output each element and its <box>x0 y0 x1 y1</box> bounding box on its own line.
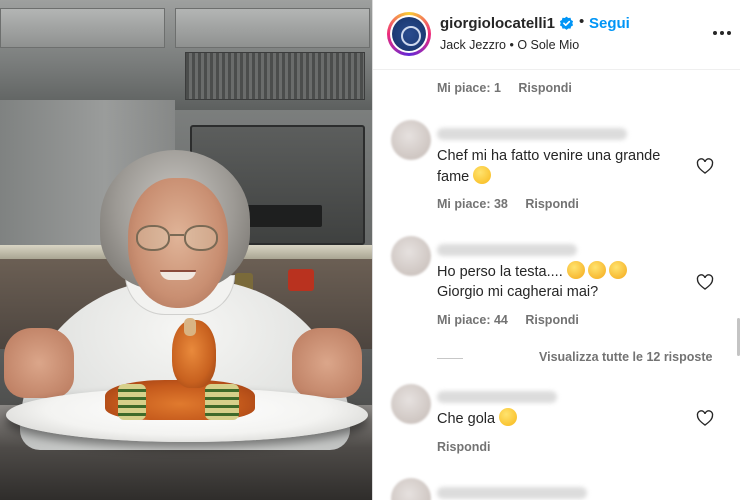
post-header: giorgiolocatelli1 • Segui Jack Jezzro • … <box>373 0 740 70</box>
commenter-username-blurred[interactable] <box>437 391 557 403</box>
verified-badge-icon <box>559 16 574 30</box>
glasses-left <box>136 225 170 251</box>
commenter-avatar[interactable] <box>391 384 431 424</box>
comment-meta: Mi piace: 1 Rispondi <box>437 81 586 95</box>
commenter-avatar[interactable] <box>391 120 431 160</box>
comment-meta: Mi piace: 38 Rispondi <box>437 197 593 211</box>
star-struck-emoji-icon <box>587 261 606 279</box>
star-struck-emoji-icon <box>566 261 585 279</box>
audio-track-link[interactable]: Jack Jezzro • O Sole Mio <box>440 38 579 52</box>
commenter-username-blurred[interactable] <box>437 244 577 256</box>
profile-avatar[interactable] <box>387 12 431 56</box>
post-photo[interactable] <box>0 0 372 500</box>
comment-likes[interactable]: Mi piace: 1 <box>437 81 501 95</box>
reply-button[interactable]: Rispondi <box>525 197 578 211</box>
zucchini-roll <box>118 384 146 420</box>
comments-panel: giorgiolocatelli1 • Segui Jack Jezzro • … <box>372 0 740 500</box>
comment-text: Ho perso la testa.... Giorgio mi caghera… <box>437 261 693 302</box>
commenter-username-blurred[interactable] <box>437 487 587 499</box>
username-link[interactable]: giorgiolocatelli1 <box>440 15 555 32</box>
comment-meta: Rispondi <box>437 440 504 454</box>
left-hand <box>4 328 74 398</box>
zucchini-roll <box>205 384 239 420</box>
star-struck-emoji-icon <box>608 261 627 279</box>
comment-meta: Mi piace: 44 Rispondi <box>437 313 593 327</box>
comment-likes[interactable]: Mi piace: 44 <box>437 313 508 327</box>
like-heart-icon[interactable] <box>695 156 715 176</box>
right-hand <box>292 328 362 398</box>
commenter-avatar[interactable] <box>391 478 431 500</box>
like-heart-icon[interactable] <box>695 272 715 292</box>
reply-button[interactable]: Rispondi <box>437 440 490 454</box>
follow-button[interactable]: Segui <box>589 15 630 32</box>
yum-emoji-icon <box>499 408 518 426</box>
reply-button[interactable]: Rispondi <box>518 81 571 95</box>
commenter-avatar[interactable] <box>391 236 431 276</box>
commenter-username-blurred[interactable] <box>437 128 627 140</box>
grinning-sweat-emoji-icon <box>473 166 492 184</box>
header-separator: • <box>579 13 585 30</box>
kitchen-hood <box>0 0 372 110</box>
like-heart-icon[interactable] <box>695 408 715 428</box>
reply-button[interactable]: Rispondi <box>525 313 578 327</box>
comment-text: Che gola <box>437 408 693 429</box>
more-options-icon[interactable] <box>711 22 733 44</box>
glasses-right <box>184 225 218 251</box>
profile-avatar-image <box>392 17 426 51</box>
comment-likes[interactable]: Mi piace: 38 <box>437 197 508 211</box>
comment-text: Chef mi ha fatto venire una grande fame <box>437 148 661 185</box>
replies-divider <box>437 358 463 359</box>
